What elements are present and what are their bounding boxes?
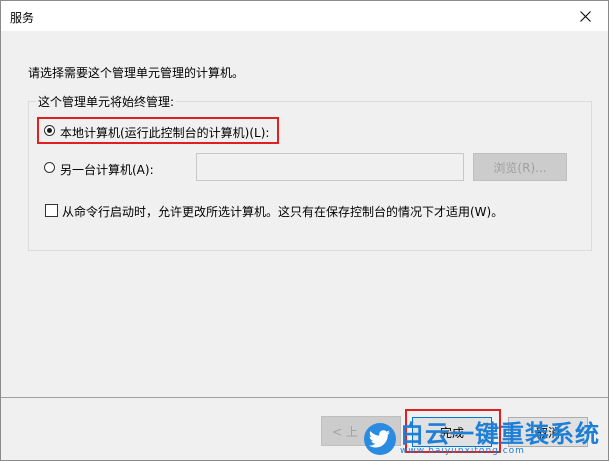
footer-separator [1,397,608,398]
watermark-text: 白云一键重装系统 [400,420,600,448]
bird-icon [364,423,396,455]
local-computer-radio[interactable] [44,125,55,136]
allow-change-checkbox[interactable] [45,204,58,217]
local-computer-label[interactable]: 本地计算机(运行此控制台的计算机)(L): [60,124,269,141]
allow-change-label[interactable]: 从命令行启动时，允许更改所选计算机。这只有在保存控制台的情况下才适用(W)。 [62,203,503,220]
browse-button[interactable]: 浏览(R)... [473,153,567,181]
watermark-url: www.baiyunxitong.com [400,446,525,456]
group-legend: 这个管理单元将始终管理: [36,93,177,110]
close-icon [579,10,591,22]
back-label: < 上 [332,424,358,439]
window-title: 服务 [10,11,35,25]
dialog-body: 请选择需要这个管理单元管理的计算机。 这个管理单元将始终管理: 本地计算机(运行… [1,31,608,460]
watermark-logo: 白云一键重装系统 www.baiyunxitong.com [364,422,600,456]
close-button[interactable] [562,1,608,31]
title-bar[interactable]: 服务 [1,1,608,31]
remote-computer-label[interactable]: 另一台计算机(A): [60,161,154,178]
remote-computer-input[interactable] [196,153,464,181]
instruction-text: 请选择需要这个管理单元管理的计算机。 [28,66,245,80]
dialog-window: 服务 请选择需要这个管理单元管理的计算机。 这个管理单元将始终管理: 本地计算机… [0,0,609,461]
remote-computer-radio[interactable] [44,162,55,173]
